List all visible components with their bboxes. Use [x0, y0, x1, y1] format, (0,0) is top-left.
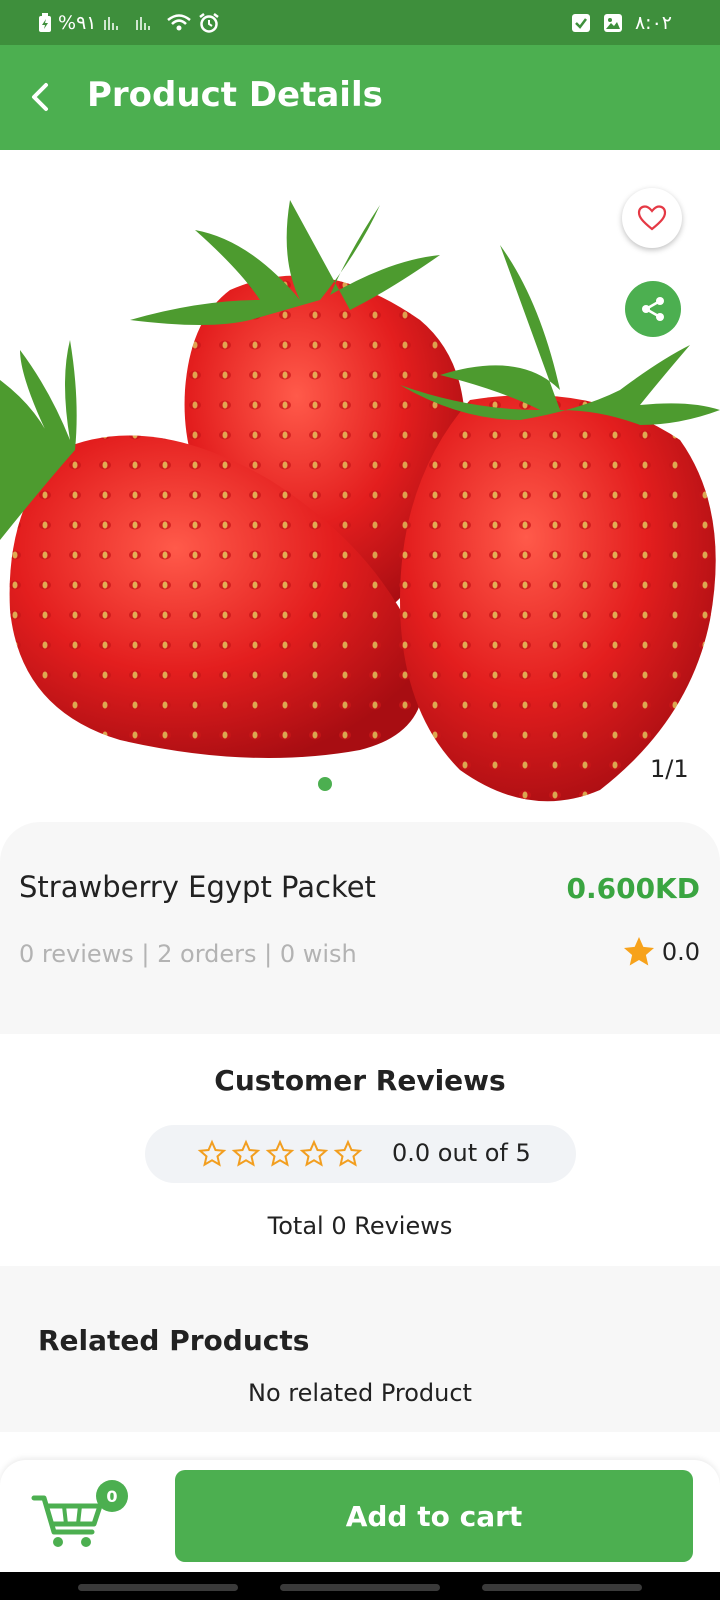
share-button[interactable]: [625, 281, 681, 337]
product-stats: 0 reviews | 2 orders | 0 wish: [19, 940, 357, 968]
status-right: ٨:٠٢: [571, 12, 672, 34]
product-rating: 0.0: [620, 934, 700, 970]
total-reviews: Total 0 Reviews: [267, 1212, 453, 1240]
nav-home-button[interactable]: [280, 1584, 440, 1591]
carousel-indicator-dot[interactable]: [316, 775, 334, 793]
product-image[interactable]: [0, 150, 720, 820]
status-bar: %٩١ ٨:٠٢: [0, 0, 720, 45]
rating-out-of: 0.0 out of 5: [392, 1139, 531, 1167]
check-notification-icon: [571, 14, 590, 32]
add-to-cart-button[interactable]: Add to cart: [175, 1470, 693, 1562]
system-navigation-bar: [0, 1572, 720, 1600]
signal-icon-2: [136, 17, 151, 30]
wifi-icon: [167, 14, 192, 31]
product-info-card: Strawberry Egypt Packet 0.600KD 0 review…: [0, 822, 720, 1034]
image-notification-icon: [603, 14, 622, 32]
reviews-title: Customer Reviews: [214, 1064, 506, 1097]
related-products-empty: No related Product: [248, 1379, 472, 1407]
battery-icon: [39, 13, 51, 32]
cart-count-badge: 0: [96, 1480, 128, 1512]
image-counter: 1/1: [650, 755, 689, 783]
share-icon: [642, 297, 664, 321]
wishlist-button[interactable]: [622, 188, 682, 248]
signal-icon: [104, 17, 119, 30]
star-outline-icon: [231, 1139, 261, 1167]
clock: ٨:٠٢: [634, 12, 672, 34]
rating-value: 0.0: [661, 938, 700, 966]
app-bar: Product Details: [0, 45, 720, 150]
back-button[interactable]: [20, 75, 64, 119]
battery-level: %٩١: [58, 12, 97, 34]
rating-summary: 0.0 out of 5: [145, 1125, 576, 1183]
rating-stars: [197, 1139, 363, 1169]
customer-reviews-section: Customer Reviews 0.0 out of 5 Total 0 Re…: [0, 1034, 720, 1266]
product-name: Strawberry Egypt Packet: [19, 870, 376, 904]
related-products-section: Related Products No related Product: [0, 1266, 720, 1432]
related-products-title: Related Products: [38, 1324, 310, 1357]
heart-icon: [637, 205, 667, 231]
status-left: %٩١: [38, 12, 220, 34]
star-outline-icon: [333, 1139, 363, 1167]
back-arrow-icon: [32, 83, 48, 111]
star-filled-icon: [623, 937, 654, 966]
star-outline-icon: [265, 1139, 295, 1167]
star-outline-icon: [197, 1139, 227, 1167]
nav-back-button[interactable]: [482, 1584, 642, 1591]
cart-button[interactable]: 0: [30, 1474, 130, 1554]
nav-recents-button[interactable]: [78, 1584, 238, 1591]
product-price: 0.600KD: [566, 872, 700, 905]
strawberry-image: [0, 200, 720, 802]
page-title: Product Details: [87, 75, 383, 115]
alarm-icon: [199, 13, 220, 33]
bottom-action-bar: 0 Add to cart: [0, 1460, 720, 1572]
star-outline-icon: [299, 1139, 329, 1167]
